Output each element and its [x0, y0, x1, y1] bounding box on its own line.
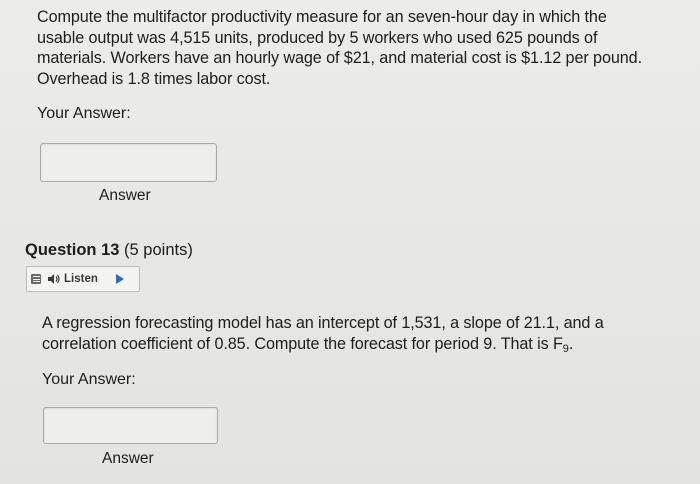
question-13-answer-caption: Answer	[102, 450, 154, 467]
question-12-answer-input[interactable]	[40, 143, 217, 182]
question-12-answer-caption: Answer	[99, 187, 151, 204]
listen-toolbar[interactable]: Listen	[26, 266, 140, 292]
speaker-icon[interactable]	[47, 272, 61, 286]
question-12-prompt: Compute the multifactor productivity mea…	[37, 8, 642, 88]
play-icon[interactable]	[115, 274, 124, 284]
question-13-your-answer-label: Your Answer:	[42, 371, 136, 388]
question-12-your-answer-label: Your Answer:	[37, 105, 131, 122]
question-13-title: Question 13	[25, 241, 120, 259]
question-13-points: (5 points)	[124, 241, 193, 259]
menu-icon[interactable]	[31, 274, 41, 284]
question-13-prompt-end: .	[568, 334, 574, 353]
question-13-prompt-main: A regression forecasting model has an in…	[42, 314, 604, 353]
listen-button-label[interactable]: Listen	[64, 273, 98, 285]
question-13-answer-input[interactable]	[43, 407, 218, 444]
quiz-page: Compute the multifactor productivity mea…	[0, 0, 700, 484]
question-13-header: Question 13 (5 points)	[25, 241, 193, 260]
question-13-prompt: A regression forecasting model has an in…	[42, 313, 662, 359]
